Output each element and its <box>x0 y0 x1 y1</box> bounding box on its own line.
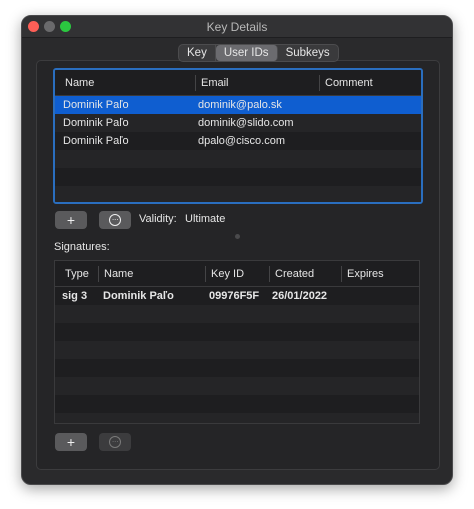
signature-key-id: 09976F5F <box>209 290 260 302</box>
signatures-table[interactable]: Type Name Key ID Created Expires sig 3 D… <box>54 260 420 424</box>
key-details-window: Key Details Key User IDs Subkeys Name Em… <box>21 15 453 485</box>
ellipsis-circle-icon: ··· <box>109 214 121 226</box>
user-id-row[interactable]: Dominik Paľo dominik@palo.sk <box>55 96 421 114</box>
split-view-divider[interactable] <box>235 234 240 239</box>
column-header-type[interactable]: Type <box>65 261 89 287</box>
signature-created: 26/01/2022 <box>272 290 328 302</box>
signature-name: Dominik Paľo <box>103 290 174 302</box>
empty-row <box>55 150 421 168</box>
window-title: Key Details <box>206 20 268 34</box>
empty-row <box>55 168 421 186</box>
user-id-email: dominik@palo.sk <box>198 99 282 111</box>
user-ids-table[interactable]: Name Email Comment Dominik Paľo dominik@… <box>53 68 423 204</box>
empty-row <box>55 323 419 341</box>
signature-actions-button[interactable]: ··· <box>99 433 131 451</box>
title-bar: Key Details <box>22 16 452 38</box>
plus-icon: + <box>66 434 76 450</box>
add-signature-button[interactable]: + <box>55 433 87 451</box>
signatures-table-header: Type Name Key ID Created Expires <box>55 261 419 287</box>
empty-row <box>55 186 421 202</box>
column-header-email[interactable]: Email <box>195 75 229 91</box>
empty-row <box>55 395 419 413</box>
signature-row[interactable]: sig 3 Dominik Paľo 09976F5F 26/01/2022 <box>55 287 419 305</box>
plus-icon: + <box>66 212 76 228</box>
column-header-comment[interactable]: Comment <box>319 75 373 91</box>
tab-user-ids[interactable]: User IDs <box>215 45 278 61</box>
column-header-name[interactable]: Name <box>98 266 133 282</box>
column-header-name[interactable]: Name <box>65 70 94 96</box>
user-id-actions-button[interactable]: ··· <box>99 211 131 229</box>
user-id-name: Dominik Paľo <box>63 99 129 111</box>
user-id-email: dominik@slido.com <box>198 117 294 129</box>
user-id-name: Dominik Paľo <box>63 135 129 147</box>
empty-row <box>55 413 419 423</box>
user-id-row[interactable]: Dominik Paľo dpalo@cisco.com <box>55 132 421 150</box>
signatures-heading: Signatures: <box>54 241 110 253</box>
column-header-created[interactable]: Created <box>269 266 314 282</box>
tab-bar: Key User IDs Subkeys <box>178 44 339 62</box>
user-id-name: Dominik Paľo <box>63 117 129 129</box>
tab-key[interactable]: Key <box>179 45 216 61</box>
user-id-email: dpalo@cisco.com <box>198 135 285 147</box>
signature-type: sig 3 <box>62 290 88 302</box>
tab-subkeys[interactable]: Subkeys <box>278 45 338 61</box>
column-header-key-id[interactable]: Key ID <box>205 266 244 282</box>
ellipsis-circle-icon: ··· <box>109 436 121 448</box>
empty-row <box>55 305 419 323</box>
user-id-row[interactable]: Dominik Paľo dominik@slido.com <box>55 114 421 132</box>
add-user-id-button[interactable]: + <box>55 211 87 229</box>
empty-row <box>55 377 419 395</box>
column-header-expires[interactable]: Expires <box>341 266 384 282</box>
user-ids-table-header: Name Email Comment <box>55 70 421 96</box>
validity-label: Validity: <box>139 213 177 225</box>
empty-row <box>55 341 419 359</box>
validity-value: Ultimate <box>185 213 226 225</box>
empty-row <box>55 359 419 377</box>
